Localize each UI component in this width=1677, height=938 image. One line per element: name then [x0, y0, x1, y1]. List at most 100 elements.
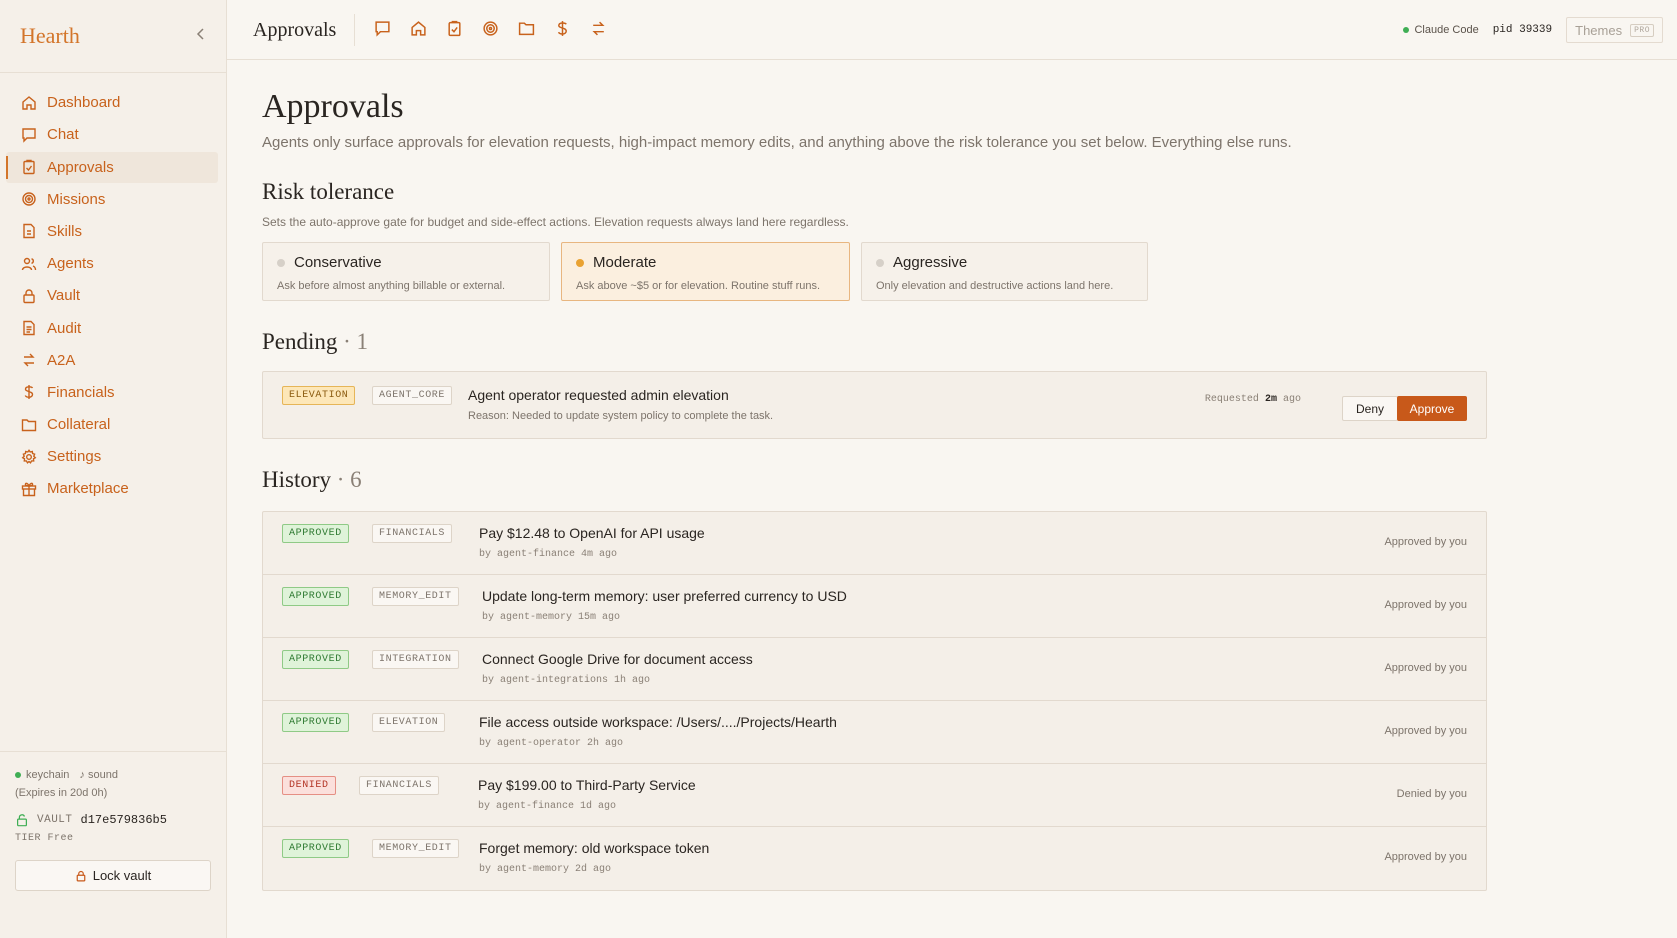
sidebar-item-dashboard[interactable]: Dashboard: [6, 87, 218, 118]
sidebar-item-skills[interactable]: Skills: [6, 216, 218, 247]
sidebar-item-vault[interactable]: Vault: [6, 280, 218, 311]
status-badge: APPROVED: [282, 839, 349, 858]
history-meta: by agent-operator 2h ago: [479, 738, 624, 749]
quick-nav-missions[interactable]: [482, 20, 501, 39]
history-list: APPROVED FINANCIALS Pay $12.48 to OpenAI…: [262, 511, 1487, 891]
lock-icon: [23, 289, 35, 304]
arrows-exchange-icon: [592, 21, 605, 36]
vault-expiry: (Expires in 20d 0h): [15, 787, 108, 799]
status-dot: [15, 772, 21, 778]
quick-nav-collateral[interactable]: [518, 20, 537, 39]
sidebar-item-missions[interactable]: Missions: [6, 184, 218, 215]
deny-button[interactable]: Deny: [1342, 396, 1398, 421]
history-row[interactable]: APPROVED FINANCIALS Pay $12.48 to OpenAI…: [263, 512, 1486, 575]
risk-tolerance-options: Conservative Ask before almost anything …: [262, 242, 1487, 301]
pending-title: Pending · 1: [262, 329, 369, 354]
sidebar-item-a2a[interactable]: A2A: [6, 345, 218, 376]
keychain-status: keychain: [15, 769, 69, 781]
source-tag: AGENT_CORE: [372, 386, 453, 405]
dollar-icon: [558, 21, 568, 36]
history-count: · 6: [336, 467, 362, 492]
sidebar-item-settings[interactable]: Settings: [6, 441, 218, 472]
file-text-icon: [23, 320, 35, 336]
history-row[interactable]: APPROVED MEMORY_EDIT Update long-term me…: [263, 575, 1486, 638]
history-meta: by agent-finance 4m ago: [479, 549, 618, 560]
brand-row: Hearth: [0, 0, 226, 73]
clipboard-check-icon: [448, 20, 461, 37]
history-outcome: Approved by you: [1384, 536, 1467, 548]
status-dot: [1403, 27, 1410, 33]
sidebar-nav: Dashboard Chat Approvals Missions Skills…: [0, 73, 226, 504]
home-icon: [411, 21, 426, 36]
clipboard-check-icon: [23, 159, 35, 175]
sidebar-item-agents[interactable]: Agents: [6, 248, 218, 279]
vault-id: d17e579836b5: [80, 813, 167, 827]
sidebar-item-label: Approvals: [47, 158, 114, 176]
pro-badge: PRO: [1630, 23, 1654, 37]
collapse-sidebar-button[interactable]: [196, 27, 206, 45]
sidebar: Hearth Dashboard Chat Approvals Missions…: [0, 0, 227, 938]
sidebar-item-label: Financials: [47, 383, 115, 401]
request-reason: Reason: Needed to update system policy t…: [468, 410, 774, 422]
radio-dot: [876, 258, 884, 267]
connection-status: Claude Code: [1403, 24, 1479, 36]
target-icon: [483, 21, 498, 36]
sidebar-item-financials[interactable]: Financials: [6, 377, 218, 408]
pending-count: · 1: [343, 329, 369, 354]
sidebar-item-label: Collateral: [47, 416, 111, 434]
history-meta: by agent-integrations 1h ago: [482, 675, 651, 686]
history-title-text: Forget memory: old workspace token: [479, 840, 710, 856]
risk-option-aggressive[interactable]: Aggressive Only elevation and destructiv…: [861, 242, 1148, 301]
risk-option-conservative[interactable]: Conservative Ask before almost anything …: [262, 242, 550, 301]
history-title: History · 6: [262, 467, 362, 492]
history-title-text: Pay $12.48 to OpenAI for API usage: [479, 525, 705, 541]
lock-icon: [76, 870, 86, 881]
sidebar-item-marketplace[interactable]: Marketplace: [6, 473, 218, 504]
target-icon: [22, 192, 36, 206]
approve-button[interactable]: Approve: [1397, 396, 1467, 421]
history-title-text: Pay $199.00 to Third-Party Service: [478, 777, 696, 793]
history-title-text: File access outside workspace: /Users/..…: [479, 714, 837, 730]
history-row[interactable]: APPROVED MEMORY_EDIT Forget memory: old …: [263, 827, 1486, 890]
topbar-title: Approvals: [253, 13, 356, 46]
sidebar-item-approvals[interactable]: Approvals: [6, 151, 218, 183]
sidebar-item-label: Skills: [47, 222, 83, 240]
risk-option-moderate[interactable]: Moderate Ask above ~$5 or for elevation.…: [561, 242, 850, 301]
sidebar-item-collateral[interactable]: Collateral: [6, 409, 218, 440]
history-title-text: Connect Google Drive for document access: [482, 651, 753, 667]
history-row[interactable]: DENIED FINANCIALS Pay $199.00 to Third-P…: [263, 764, 1486, 827]
history-outcome: Approved by you: [1384, 599, 1467, 611]
quick-nav-approvals[interactable]: [446, 20, 465, 39]
category-tag: FINANCIALS: [359, 776, 440, 795]
risk-tolerance-title: Risk tolerance: [262, 179, 395, 204]
status-row: keychain ♪ sound: [15, 769, 211, 781]
themes-button[interactable]: Themes PRO: [1566, 17, 1663, 43]
sidebar-item-label: Marketplace: [47, 480, 129, 498]
history-row[interactable]: APPROVED INTEGRATION Connect Google Driv…: [263, 638, 1486, 701]
quick-nav-chat[interactable]: [374, 20, 393, 39]
sidebar-item-chat[interactable]: Chat: [6, 119, 218, 150]
quick-nav-home[interactable]: [410, 20, 429, 39]
category-tag: FINANCIALS: [372, 524, 453, 543]
sidebar-item-label: Agents: [47, 255, 94, 273]
history-outcome: Approved by you: [1384, 725, 1467, 737]
sound-status[interactable]: ♪ sound: [79, 769, 118, 781]
type-tag: ELEVATION: [282, 386, 356, 405]
sidebar-item-label: A2A: [47, 351, 76, 369]
sidebar-item-audit[interactable]: Audit: [6, 313, 218, 344]
top-right: Claude Code pid 39339 Themes PRO: [1403, 17, 1663, 43]
page-intro: Agents only surface approvals for elevat…: [262, 134, 1292, 151]
quick-nav-a2a[interactable]: [590, 20, 609, 39]
gear-icon: [21, 448, 37, 464]
main-content: Approvals Agents only surface approvals …: [262, 60, 1487, 891]
sidebar-item-label: Vault: [47, 287, 81, 305]
category-tag: ELEVATION: [372, 713, 446, 732]
users-icon: [21, 257, 37, 270]
folder-icon: [21, 418, 37, 431]
quick-nav-financials[interactable]: [554, 20, 573, 39]
category-tag: MEMORY_EDIT: [372, 587, 459, 606]
lock-vault-button[interactable]: Lock vault: [15, 860, 211, 891]
sidebar-item-label: Dashboard: [47, 94, 121, 112]
process-id: pid 39339: [1492, 24, 1553, 36]
history-row[interactable]: APPROVED ELEVATION File access outside w…: [263, 701, 1486, 764]
